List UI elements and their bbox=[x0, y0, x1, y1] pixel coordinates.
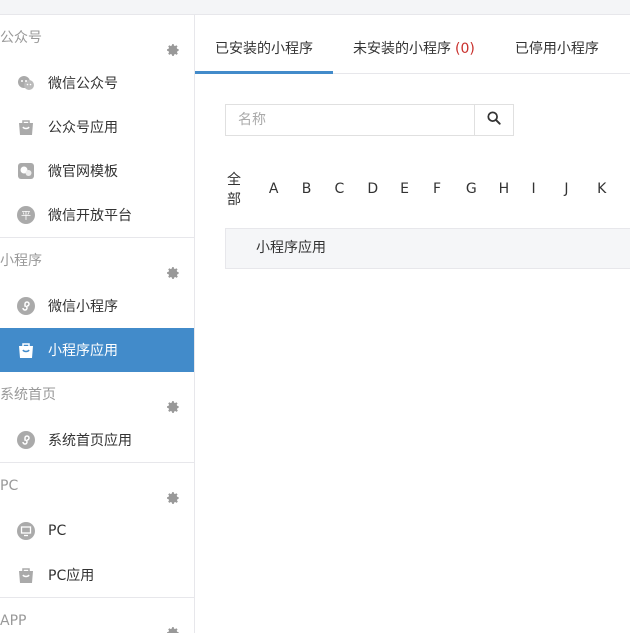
template-icon bbox=[16, 161, 36, 181]
letter-filter-item[interactable]: K bbox=[597, 181, 630, 197]
open-platform-icon: 平 bbox=[16, 205, 36, 225]
table-header-cell: 小程序应用 bbox=[256, 240, 326, 256]
app-bag-icon bbox=[16, 340, 36, 360]
letter-filter-item[interactable]: E bbox=[400, 181, 433, 197]
gear-icon[interactable] bbox=[166, 253, 180, 279]
sidebar-item-label: 系统首页应用 bbox=[48, 433, 132, 449]
letter-filter-item[interactable]: B bbox=[302, 181, 335, 197]
svg-text:平: 平 bbox=[21, 211, 31, 222]
app-bag-icon bbox=[16, 565, 36, 585]
sidebar-item-label: 微信小程序 bbox=[48, 299, 118, 315]
tab-label: 未安装的小程序 bbox=[353, 41, 451, 57]
gear-icon[interactable] bbox=[166, 613, 180, 633]
gear-icon[interactable] bbox=[166, 478, 180, 504]
letter-filter-item[interactable]: D bbox=[367, 181, 400, 197]
tab-count-badge: (0) bbox=[455, 41, 475, 57]
tab-not-installed[interactable]: 未安装的小程序 (0) bbox=[333, 15, 495, 73]
sidebar-item-label: PC应用 bbox=[48, 568, 95, 584]
letter-filter: 全部 A B C D E F G H I J K bbox=[227, 169, 630, 209]
sidebar-item-open-platform[interactable]: 平 微信开放平台 bbox=[0, 193, 194, 237]
letter-filter-all[interactable]: 全部 bbox=[227, 169, 255, 209]
letter-filter-item[interactable]: F bbox=[433, 181, 466, 197]
letter-filter-item[interactable]: I bbox=[531, 181, 564, 197]
tab-label: 已停用小程序 bbox=[514, 41, 599, 57]
sidebar-group-title: PC bbox=[0, 478, 19, 494]
letter-filter-item[interactable]: A bbox=[269, 181, 302, 197]
sidebar-group-title: 小程序 bbox=[0, 253, 42, 269]
sidebar-group-header-official: 公众号 bbox=[0, 15, 194, 61]
sidebar-item-label: 公众号应用 bbox=[48, 120, 118, 136]
search-button[interactable] bbox=[475, 104, 514, 136]
tab-bar: 已安装的小程序 未安装的小程序 (0) 已停用小程序 bbox=[195, 15, 630, 74]
sidebar-group-title: 系统首页 bbox=[0, 387, 56, 403]
sidebar-item-label: 微信公众号 bbox=[48, 76, 118, 92]
monitor-icon bbox=[16, 521, 36, 541]
sidebar-item-system-home-apps[interactable]: 系统首页应用 bbox=[0, 418, 194, 462]
app-bag-icon bbox=[16, 117, 36, 137]
miniprogram-icon bbox=[16, 430, 36, 450]
gear-icon[interactable] bbox=[166, 30, 180, 56]
tab-installed[interactable]: 已安装的小程序 bbox=[195, 15, 333, 74]
main-content: 已安装的小程序 未安装的小程序(0) 已停用小程序 全部 A B C D E F… bbox=[195, 15, 630, 633]
tab-disabled[interactable]: 已停用小程序 bbox=[495, 15, 619, 73]
sidebar-group-title: APP bbox=[0, 613, 27, 629]
wechat-icon bbox=[16, 73, 36, 93]
sidebar-item-template[interactable]: 微官网模板 bbox=[0, 149, 194, 193]
sidebar-item-label: PC bbox=[48, 523, 67, 539]
sidebar-item-official-apps[interactable]: 公众号应用 bbox=[0, 105, 194, 149]
letter-filter-item[interactable]: H bbox=[499, 181, 532, 197]
sidebar-group-header-app: APP bbox=[0, 598, 194, 633]
sidebar-item-wechat-official[interactable]: 微信公众号 bbox=[0, 61, 194, 105]
sidebar-item-pc[interactable]: PC bbox=[0, 509, 194, 553]
sidebar-group-header-pc: PC bbox=[0, 463, 194, 509]
top-bar bbox=[0, 0, 630, 15]
search-input[interactable] bbox=[225, 104, 475, 136]
sidebar-item-label: 微信开放平台 bbox=[48, 208, 132, 224]
search-icon bbox=[487, 111, 501, 129]
sidebar-item-wechat-miniprogram[interactable]: 微信小程序 bbox=[0, 284, 194, 328]
sidebar-item-label: 小程序应用 bbox=[48, 343, 118, 359]
sidebar-group-header-system-home: 系统首页 bbox=[0, 372, 194, 418]
miniprogram-icon bbox=[16, 296, 36, 316]
search-bar bbox=[225, 104, 514, 136]
tab-label: 已安装的小程序 bbox=[215, 41, 313, 57]
gear-icon[interactable] bbox=[166, 387, 180, 413]
table-header: 小程序应用 bbox=[225, 228, 630, 269]
sidebar-group-title: 公众号 bbox=[0, 30, 42, 46]
letter-filter-item[interactable]: C bbox=[335, 181, 368, 197]
sidebar-item-label: 微官网模板 bbox=[48, 164, 118, 180]
sidebar-item-pc-apps[interactable]: PC应用 bbox=[0, 553, 194, 597]
letter-filter-item[interactable]: G bbox=[466, 181, 499, 197]
sidebar: 公众号 微信公众号 公众号应用 微官网模板 平 微信开放平台 小程序 微信小程序… bbox=[0, 15, 195, 633]
sidebar-item-miniprogram-apps[interactable]: 小程序应用 bbox=[0, 328, 194, 372]
letter-filter-item[interactable]: J bbox=[564, 181, 597, 197]
sidebar-group-header-miniprogram: 小程序 bbox=[0, 238, 194, 284]
